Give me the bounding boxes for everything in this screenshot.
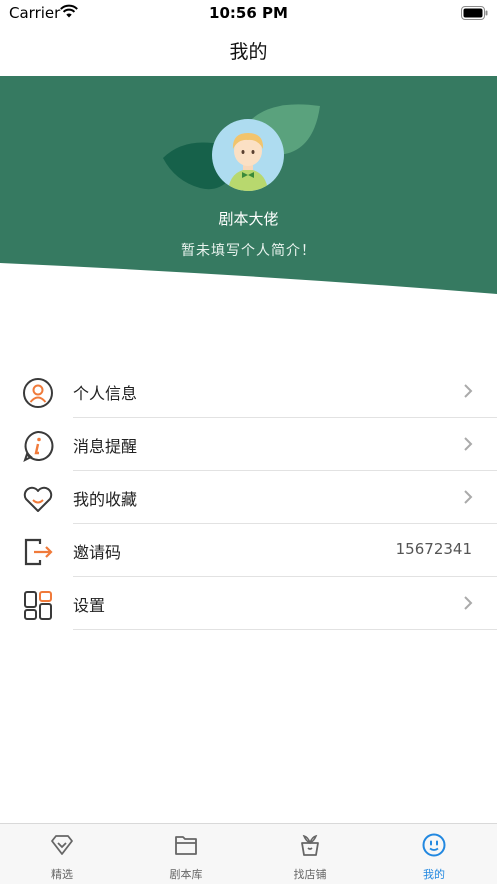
menu-item-favorites[interactable]: 我的收藏 — [0, 471, 497, 524]
grid-settings-icon — [22, 589, 54, 621]
tab-label: 我的 — [423, 868, 445, 881]
tab-label: 剧本库 — [169, 868, 203, 881]
info-bubble-icon — [22, 430, 54, 462]
avatar[interactable] — [212, 119, 284, 191]
menu-item-label: 个人信息 — [73, 384, 138, 403]
exit-arrow-icon — [22, 536, 54, 568]
chevron-right-icon — [463, 489, 473, 509]
profile-menu: 个人信息 消息提醒 我的收藏 邀请码 15672341 设置 — [0, 365, 497, 630]
store-icon — [301, 834, 319, 856]
menu-item-profile-info[interactable]: 个人信息 — [0, 365, 497, 418]
menu-item-label: 消息提醒 — [73, 437, 138, 456]
tab-featured[interactable]: 精选 — [0, 824, 124, 884]
chevron-right-icon — [463, 595, 473, 615]
tab-label: 找店铺 — [293, 868, 327, 881]
diamond-icon — [51, 835, 73, 855]
menu-item-invite-code[interactable]: 邀请码 15672341 — [0, 524, 497, 577]
clock: 10:56 PM — [209, 4, 288, 22]
invite-code-value: 15672341 — [395, 540, 472, 558]
bio-text: 暂未填写个人简介！ — [181, 243, 316, 259]
smiley-icon — [422, 833, 446, 857]
chevron-right-icon — [463, 436, 473, 456]
chevron-right-icon — [463, 383, 473, 403]
username: 剧本大佬 — [218, 210, 279, 228]
menu-item-label: 我的收藏 — [73, 490, 138, 509]
battery-icon — [461, 5, 488, 24]
tab-label: 精选 — [51, 868, 73, 881]
menu-item-settings[interactable]: 设置 — [0, 577, 497, 630]
menu-item-notifications[interactable]: 消息提醒 — [0, 418, 497, 471]
status-bar: Carrier 10:56 PM — [0, 0, 497, 28]
menu-item-label: 设置 — [73, 596, 106, 615]
tab-script-library[interactable]: 剧本库 — [124, 824, 248, 884]
heart-icon — [22, 483, 54, 515]
navigation-bar: 我的 — [0, 28, 497, 76]
divider — [73, 629, 497, 630]
user-circle-icon — [22, 377, 54, 409]
tab-mine[interactable]: 我的 — [372, 824, 496, 884]
menu-item-label: 邀请码 — [73, 543, 122, 562]
page-title: 我的 — [229, 41, 268, 63]
tab-bar: 精选 剧本库 找店铺 我的 — [0, 823, 497, 884]
tab-find-store[interactable]: 找店铺 — [248, 824, 372, 884]
folder-icon — [175, 836, 197, 855]
profile-header: 剧本大佬 暂未填写个人简介！ — [0, 76, 497, 296]
